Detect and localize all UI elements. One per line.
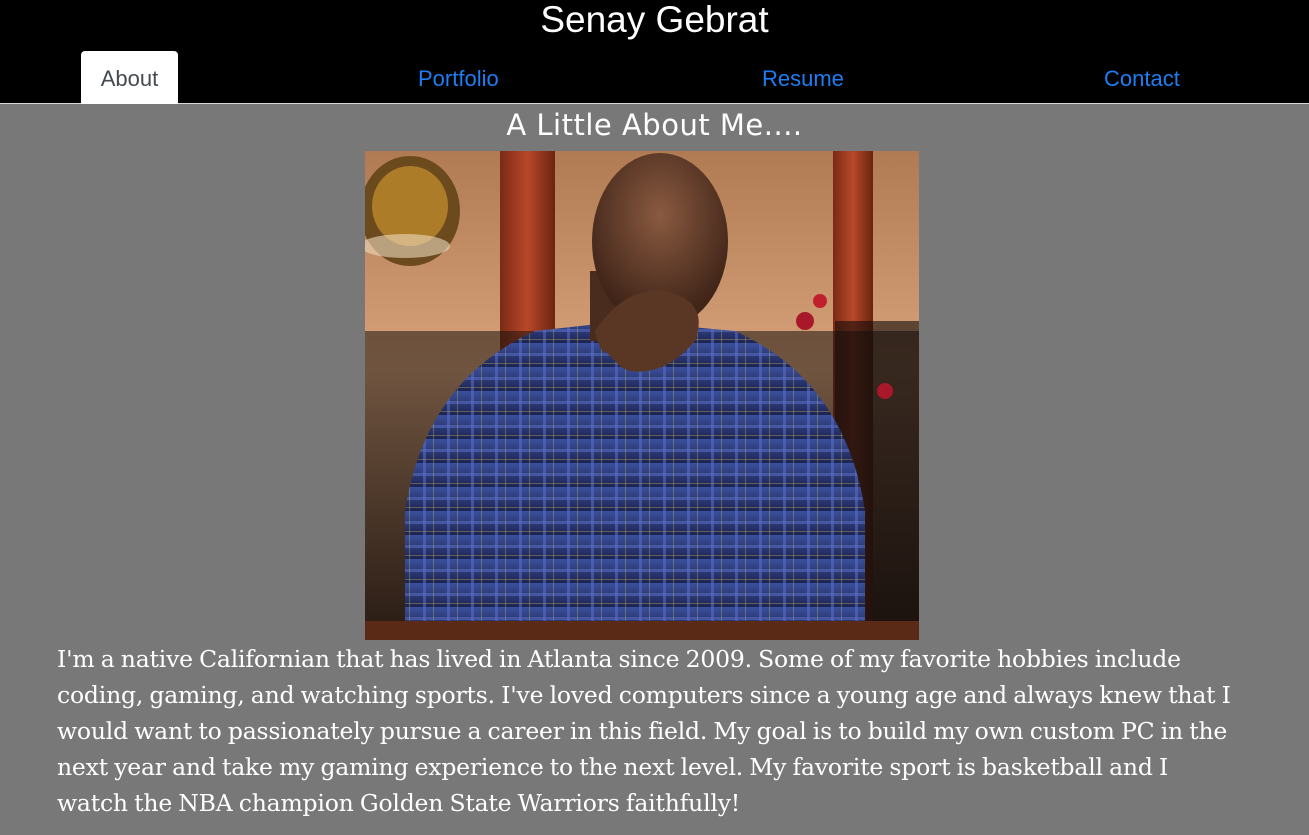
tab-portfolio[interactable]: Portfolio	[418, 51, 499, 104]
tab-about[interactable]: About	[81, 51, 178, 104]
site-header: Senay Gebrat About Portfolio Resume Cont…	[0, 0, 1309, 104]
bio-paragraph: I'm a native Californian that has lived …	[57, 645, 1231, 817]
section-heading: A Little About Me....	[506, 108, 803, 142]
site-title: Senay Gebrat	[540, 0, 769, 40]
profile-photo	[365, 151, 919, 640]
tab-contact[interactable]: Contact	[1104, 51, 1180, 104]
tab-resume[interactable]: Resume	[762, 51, 844, 104]
